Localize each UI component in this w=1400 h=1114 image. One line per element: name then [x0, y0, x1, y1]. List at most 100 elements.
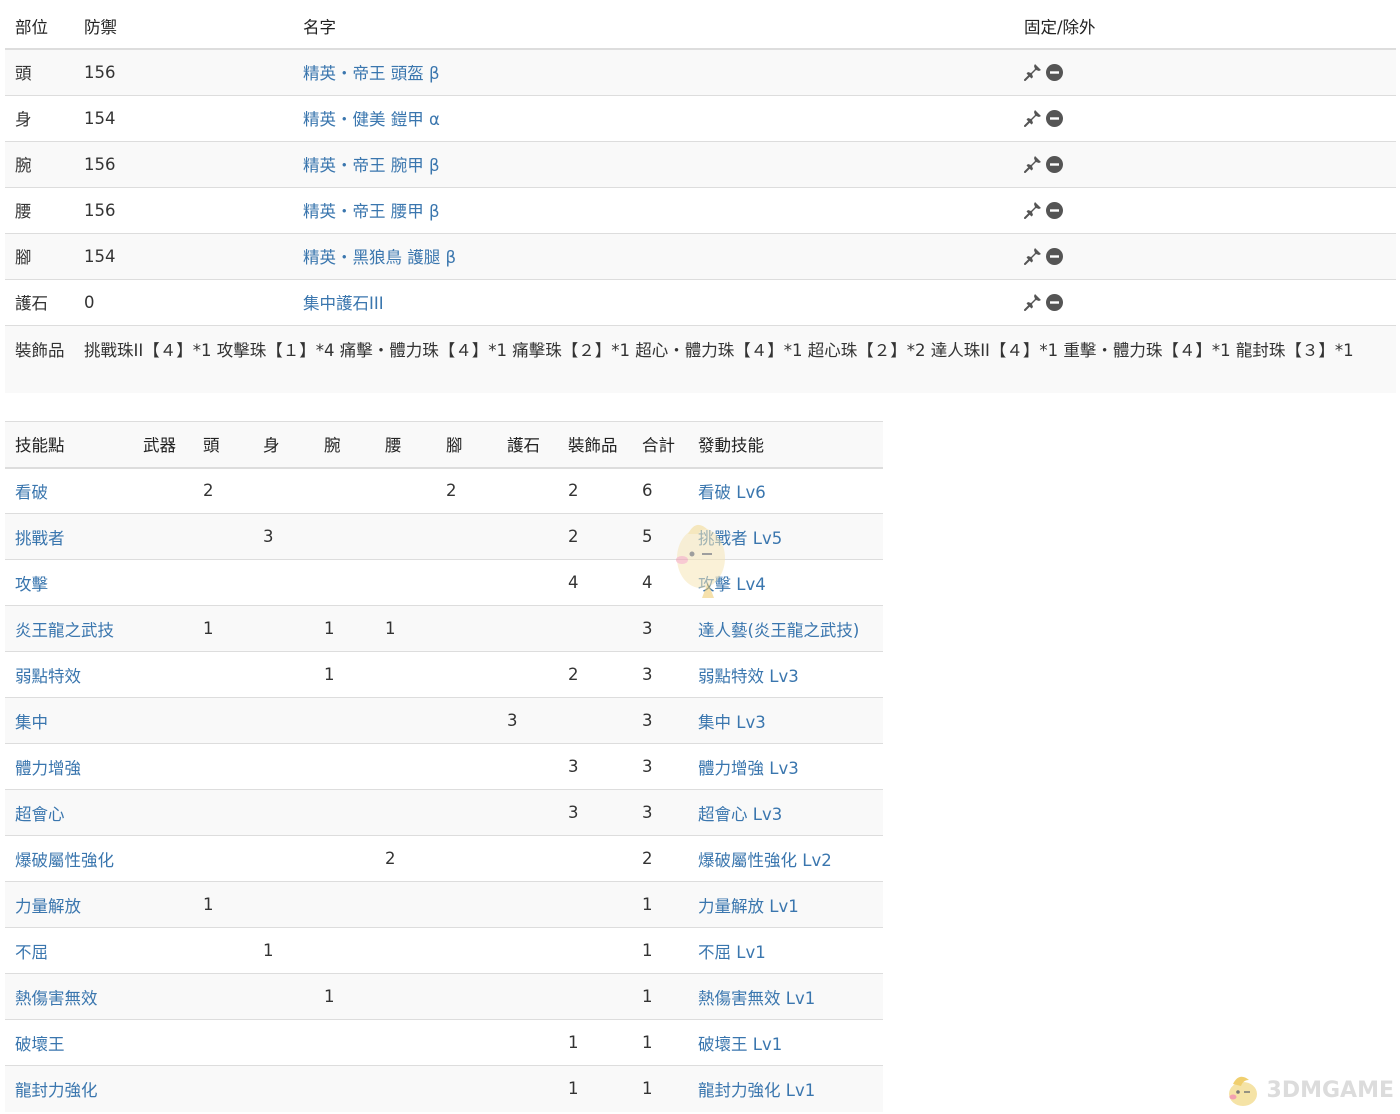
active-skill-cell: 體力增強 Lv3 [688, 743, 883, 790]
active-skill-link[interactable]: 看破 Lv6 [698, 483, 766, 502]
skill-weapon-points [133, 789, 193, 836]
active-skill-link[interactable]: 體力增強 Lv3 [698, 759, 799, 778]
skill-charm-points [497, 789, 558, 836]
skill-name-link[interactable]: 熱傷害無效 [15, 989, 98, 1008]
skill-name-link[interactable]: 爆破屬性強化 [15, 851, 114, 870]
skill-deco-points [558, 881, 632, 928]
armor-name-link[interactable]: 精英・健美 鎧甲 α [303, 110, 440, 129]
active-skill-link[interactable]: 熱傷害無效 Lv1 [698, 989, 815, 1008]
active-skill-cell: 集中 Lv3 [688, 697, 883, 744]
skill-charm-points [497, 467, 558, 514]
skill-name-link[interactable]: 炎王龍之武技 [15, 621, 114, 640]
skill-deco-points: 2 [558, 651, 632, 698]
skill-name-link[interactable]: 不屈 [15, 943, 48, 962]
pin-icon[interactable] [1024, 109, 1042, 127]
skill-header-cell: 武器 [133, 421, 193, 469]
skill-leg-points [436, 1019, 497, 1066]
skill-name-link[interactable]: 集中 [15, 713, 48, 732]
armor-defense: 154 [74, 232, 293, 279]
active-skill-link[interactable]: 不屈 Lv1 [698, 943, 766, 962]
skill-total-points: 4 [632, 559, 688, 606]
armor-name-link[interactable]: 精英・黑狼鳥 護腿 β [303, 248, 456, 267]
pin-icon[interactable] [1024, 247, 1042, 265]
minus-circle-icon[interactable] [1046, 155, 1063, 173]
minus-circle-icon[interactable] [1046, 109, 1063, 127]
active-skill-link[interactable]: 挑戰者 Lv5 [698, 529, 782, 548]
skill-name-link[interactable]: 弱點特效 [15, 667, 81, 686]
skill-body-points [253, 1019, 314, 1066]
skill-weapon-points [133, 1019, 193, 1066]
skill-row: 攻擊 4 4 攻擊 Lv4 [5, 559, 883, 606]
armor-name-link[interactable]: 精英・帝王 腰甲 β [303, 202, 440, 221]
skill-deco-points [558, 697, 632, 744]
skill-name-cell: 攻擊 [5, 559, 133, 606]
skill-waist-points: 2 [375, 835, 436, 882]
skill-name-link[interactable]: 力量解放 [15, 897, 81, 916]
armor-actions [1014, 186, 1396, 233]
minus-circle-icon[interactable] [1046, 247, 1063, 265]
armor-name-link[interactable]: 集中護石III [303, 294, 384, 313]
armor-part: 腰 [5, 186, 74, 233]
skill-row: 集中 3 3 集中 Lv3 [5, 697, 883, 744]
skill-header-cell: 合計 [632, 421, 688, 469]
skill-name-link[interactable]: 破壞王 [15, 1035, 65, 1054]
armor-name-cell: 精英・帝王 腰甲 β [293, 186, 1014, 233]
skill-arm-points [314, 467, 375, 514]
skill-total-points: 1 [632, 927, 688, 974]
skill-row: 破壞王 1 1 破壞王 Lv1 [5, 1019, 883, 1066]
active-skill-link[interactable]: 破壞王 Lv1 [698, 1035, 782, 1054]
skill-name-cell: 炎王龍之武技 [5, 605, 133, 652]
minus-circle-icon[interactable] [1046, 63, 1063, 81]
skill-name-link[interactable]: 超會心 [15, 805, 65, 824]
skill-name-cell: 集中 [5, 697, 133, 744]
active-skill-link[interactable]: 達人藝(炎王龍之武技) [698, 621, 859, 640]
skill-leg-points [436, 559, 497, 606]
skill-name-cell: 破壞王 [5, 1019, 133, 1066]
armor-actions [1014, 140, 1396, 187]
skill-charm-points: 3 [497, 697, 558, 744]
skill-header-cell: 發動技能 [688, 421, 883, 469]
active-skill-link[interactable]: 超會心 Lv3 [698, 805, 782, 824]
pin-icon[interactable] [1024, 201, 1042, 219]
skill-name-link[interactable]: 挑戰者 [15, 529, 65, 548]
skill-weapon-points [133, 927, 193, 974]
active-skill-link[interactable]: 攻擊 Lv4 [698, 575, 766, 594]
skill-body-points [253, 467, 314, 514]
skill-head-points [193, 927, 253, 974]
skill-name-link[interactable]: 體力增強 [15, 759, 81, 778]
minus-circle-icon[interactable] [1046, 293, 1063, 311]
active-skill-link[interactable]: 力量解放 Lv1 [698, 897, 799, 916]
skill-name-link[interactable]: 龍封力強化 [15, 1081, 98, 1100]
active-skill-link[interactable]: 弱點特效 Lv3 [698, 667, 799, 686]
skill-head-points [193, 1019, 253, 1066]
skill-name-cell: 挑戰者 [5, 513, 133, 560]
skill-name-link[interactable]: 看破 [15, 483, 48, 502]
pin-icon[interactable] [1024, 293, 1042, 311]
skill-name-cell: 龍封力強化 [5, 1065, 133, 1112]
pin-icon[interactable] [1024, 63, 1042, 81]
skill-body-points [253, 1065, 314, 1112]
active-skill-cell: 看破 Lv6 [688, 467, 883, 514]
minus-circle-icon[interactable] [1046, 201, 1063, 219]
skill-body-points [253, 697, 314, 744]
skill-total-points: 3 [632, 605, 688, 652]
skill-waist-points [375, 467, 436, 514]
armor-actions [1014, 232, 1396, 279]
armor-name-link[interactable]: 精英・帝王 頭盔 β [303, 64, 440, 83]
skill-head-points [193, 651, 253, 698]
skill-row: 看破 2 2 2 6 看破 Lv6 [5, 467, 883, 514]
active-skill-link[interactable]: 集中 Lv3 [698, 713, 766, 732]
skill-total-points: 6 [632, 467, 688, 514]
active-skill-link[interactable]: 爆破屬性強化 Lv2 [698, 851, 832, 870]
active-skill-link[interactable]: 龍封力強化 Lv1 [698, 1081, 815, 1100]
pin-icon[interactable] [1024, 155, 1042, 173]
active-skill-cell: 超會心 Lv3 [688, 789, 883, 836]
skill-total-points: 3 [632, 743, 688, 790]
skill-arm-points [314, 743, 375, 790]
armor-name-link[interactable]: 精英・帝王 腕甲 β [303, 156, 440, 175]
skill-arm-points [314, 697, 375, 744]
active-skill-cell: 龍封力強化 Lv1 [688, 1065, 883, 1112]
skill-name-link[interactable]: 攻擊 [15, 575, 48, 594]
skill-waist-points [375, 1019, 436, 1066]
skill-head-points: 1 [193, 881, 253, 928]
